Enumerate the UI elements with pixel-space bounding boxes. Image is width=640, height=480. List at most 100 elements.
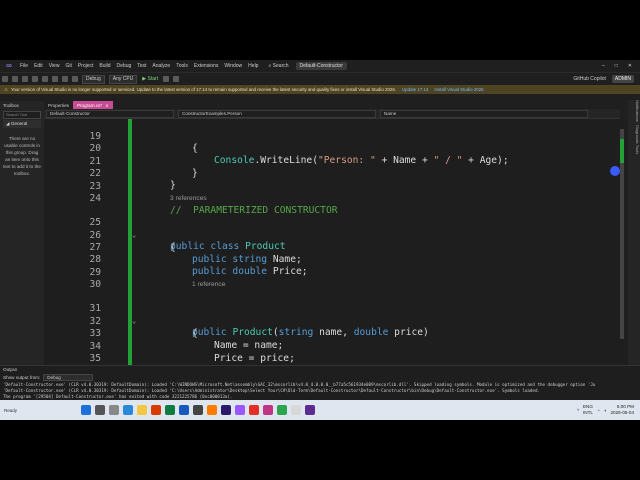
codelens-references[interactable]: 3 references <box>170 195 207 202</box>
menu-view[interactable]: View <box>46 63 63 69</box>
undo-icon[interactable] <box>62 76 68 82</box>
open-icon[interactable] <box>32 76 38 82</box>
start-label: Start <box>147 76 159 82</box>
warning-icon: ⚠ <box>4 86 8 92</box>
code-line: 35 } <box>44 341 616 364</box>
code-line: 22 } <box>44 156 616 191</box>
menu-test[interactable]: Test <box>134 63 149 69</box>
youtube-icon[interactable] <box>249 405 260 415</box>
toolbar-right: GitHub Copilot ADMIN <box>573 75 640 83</box>
file-explorer-icon[interactable] <box>137 405 148 415</box>
menu-edit[interactable]: Edit <box>31 63 46 69</box>
code-line: 34 Price = price; <box>44 329 616 364</box>
line-number: 24 <box>89 193 101 204</box>
edge-icon[interactable] <box>123 405 134 415</box>
menu-window[interactable]: Window <box>221 63 245 69</box>
toolbox-title: Toolbox <box>3 103 19 108</box>
code-line: 24 // PARAMETERIZED CONSTRUCTOR <box>44 181 616 216</box>
app-icon[interactable] <box>263 405 274 415</box>
window-controls: – □ ✕ <box>602 63 640 69</box>
editor-scrollbar[interactable] <box>617 119 627 365</box>
member-dropdown[interactable]: Name <box>380 109 588 118</box>
task-view-icon[interactable] <box>109 405 120 415</box>
wifi-icon[interactable]: ◔ <box>597 408 600 413</box>
account-badge[interactable]: ADMIN <box>611 75 634 83</box>
volume-icon[interactable]: ◖ <box>604 408 607 413</box>
clock[interactable]: 5:00 PM 2026-05-04 <box>611 404 635 416</box>
unsupported-version-infobar: ⚠ Your version of Visual Studio is no lo… <box>0 85 640 94</box>
language-indicator[interactable]: ENG INTL <box>583 404 593 416</box>
word-icon[interactable] <box>179 405 190 415</box>
close-icon[interactable]: ✕ <box>628 63 632 69</box>
start-button[interactable]: ▶ Start <box>142 76 158 82</box>
save-all-icon[interactable] <box>52 76 58 82</box>
redo-icon[interactable] <box>72 76 78 82</box>
project-dropdown[interactable]: Default-Constructor <box>46 109 174 118</box>
app-icon[interactable] <box>193 405 204 415</box>
hot-reload-icon[interactable] <box>173 76 180 82</box>
start-without-debug-icon[interactable] <box>163 76 170 82</box>
toolbox-group-general[interactable]: ◢ General <box>3 120 41 128</box>
maximize-icon[interactable]: □ <box>615 63 618 69</box>
after-effects-icon[interactable] <box>221 405 232 415</box>
close-tab-icon[interactable]: ✕ <box>105 103 108 108</box>
output-title: Output <box>3 367 17 372</box>
visual-studio-logo-icon: ∞ <box>6 61 12 70</box>
app-icon[interactable] <box>277 405 288 415</box>
save-icon[interactable] <box>42 76 48 82</box>
play-icon: ▶ <box>142 76 147 82</box>
install-vs2026-link[interactable]: Install Visual Studio 2026 <box>434 87 483 92</box>
excel-icon[interactable] <box>165 405 176 415</box>
show-output-label: Show output from: <box>3 375 41 380</box>
solution-config-select[interactable]: Debug <box>82 74 105 84</box>
menu-git[interactable]: Git <box>62 63 74 69</box>
premiere-icon[interactable] <box>235 405 246 415</box>
back-icon[interactable] <box>2 76 8 82</box>
menu-help[interactable]: Help <box>245 63 261 69</box>
minimize-icon[interactable]: – <box>602 63 605 69</box>
menu-extensions[interactable]: Extensions <box>191 63 221 69</box>
tab-program-cs[interactable]: Program.cs* ✕ <box>72 101 113 109</box>
notifications-tab[interactable]: Notifications <box>635 100 640 122</box>
menu-project[interactable]: Project <box>75 63 97 69</box>
powerpoint-icon[interactable] <box>151 405 162 415</box>
code-line: 30 <box>44 267 616 290</box>
toolbox-search-input[interactable]: Search Tool <box>3 111 41 119</box>
new-item-icon[interactable] <box>22 76 28 82</box>
menu-build[interactable]: Build <box>96 63 113 69</box>
solution-title: Default-Constructor <box>295 62 347 70</box>
region: INTL <box>582 410 593 415</box>
windows-start-icon[interactable] <box>81 405 92 415</box>
app-icon[interactable] <box>291 405 302 415</box>
menu-analyze[interactable]: Analyze <box>149 63 173 69</box>
code-line: 28 public double Price; <box>44 242 616 277</box>
search-button[interactable]: ⌕ Search <box>265 63 291 69</box>
codelens-references[interactable]: 1 reference <box>192 281 225 288</box>
menu-debug[interactable]: Debug <box>114 63 135 69</box>
tab-properties[interactable]: Properties <box>44 101 73 109</box>
visual-studio-icon[interactable] <box>305 405 316 415</box>
navigation-bar: Default-Constructor ConstructorExamples.… <box>44 109 620 119</box>
illustrator-icon[interactable] <box>207 405 218 415</box>
copilot-button[interactable]: GitHub Copilot <box>573 76 606 82</box>
code-line: 21 } <box>44 144 616 179</box>
class-dropdown[interactable]: ConstructorExamples.Person <box>178 109 376 118</box>
code-line: 31 ⌄ public Product(string name, double … <box>44 291 616 338</box>
toolbox-group-label: General <box>10 121 28 126</box>
toolbox-panel: Toolbox Search Tool ◢ General There are … <box>0 101 45 365</box>
search-taskbar-icon[interactable] <box>95 405 106 415</box>
update-link[interactable]: Update 17.14 <box>402 87 428 92</box>
platform-select[interactable]: Any CPU <box>108 74 138 84</box>
expand-icon: ◢ <box>6 121 10 126</box>
diagnostic-tools-tab[interactable]: Diagnostic Tools <box>635 125 640 154</box>
menu-bar: ∞ File Edit View Git Project Build Debug… <box>0 60 640 72</box>
menu-file[interactable]: File <box>17 63 31 69</box>
output-source-select[interactable]: Debug <box>43 374 94 381</box>
code-editor[interactable]: 19 { 20 Console.WriteLine("Person: " + N… <box>44 119 616 365</box>
forward-icon[interactable] <box>12 76 18 82</box>
tray-chevron-icon[interactable]: ^ <box>577 408 579 413</box>
code-line: 19 { <box>44 119 616 154</box>
code-line: 29 <box>44 255 616 278</box>
document-tabs: Properties Program.cs* ✕ <box>44 101 620 109</box>
menu-tools[interactable]: Tools <box>173 63 191 69</box>
